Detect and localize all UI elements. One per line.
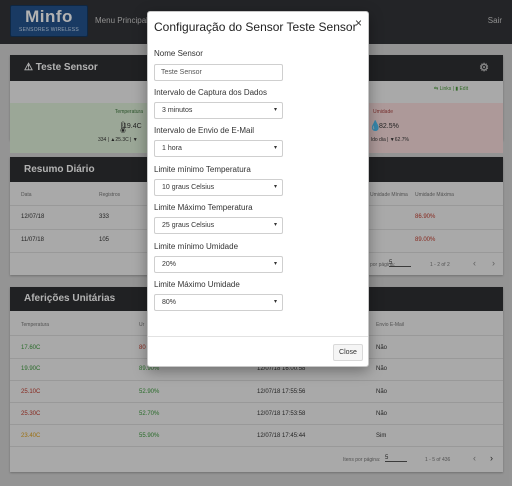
caret-down-icon: ▾ (273, 145, 277, 151)
min-temperature-label: Limite mínimo Temperatura (154, 165, 251, 174)
caret-down-icon: ▾ (273, 222, 277, 228)
sensor-config-dialog: Configuração do Sensor Teste Sensor × No… (147, 11, 369, 367)
capture-interval-label: Intervalo de Captura dos Dados (154, 88, 267, 97)
dialog-footer-divider (148, 336, 368, 337)
min-temperature-value: 10 graus Celsius (162, 184, 215, 191)
max-humidity-label: Limite Máximo Umidade (154, 280, 240, 289)
caret-down-icon: ▾ (273, 107, 277, 113)
min-temperature-select[interactable]: 10 graus Celsius ▾ (154, 179, 283, 196)
max-humidity-select[interactable]: 80% ▾ (154, 294, 283, 311)
max-temperature-label: Limite Máximo Temperatura (154, 203, 253, 212)
close-button[interactable]: Close (333, 344, 363, 361)
max-humidity-value: 80% (162, 299, 177, 306)
close-icon[interactable]: × (355, 16, 362, 30)
email-interval-select[interactable]: 1 hora ▾ (154, 140, 283, 157)
capture-interval-value: 3 minutos (162, 107, 193, 114)
dialog-title: Configuração do Sensor Teste Sensor (154, 20, 357, 34)
max-temperature-select[interactable]: 25 graus Celsius ▾ (154, 217, 283, 234)
email-interval-value: 1 hora (162, 145, 182, 152)
caret-down-icon: ▾ (273, 184, 277, 190)
email-interval-label: Intervalo de Envio de E-Mail (154, 126, 255, 135)
min-humidity-label: Limite mínimo Umidade (154, 242, 239, 251)
sensor-name-label: Nome Sensor (154, 49, 203, 58)
min-humidity-select[interactable]: 20% ▾ (154, 256, 283, 273)
sensor-name-input[interactable] (154, 64, 283, 81)
caret-down-icon: ▾ (273, 261, 277, 267)
min-humidity-value: 20% (162, 261, 177, 268)
capture-interval-select[interactable]: 3 minutos ▾ (154, 102, 283, 119)
caret-down-icon: ▾ (273, 299, 277, 305)
max-temperature-value: 25 graus Celsius (162, 222, 215, 229)
